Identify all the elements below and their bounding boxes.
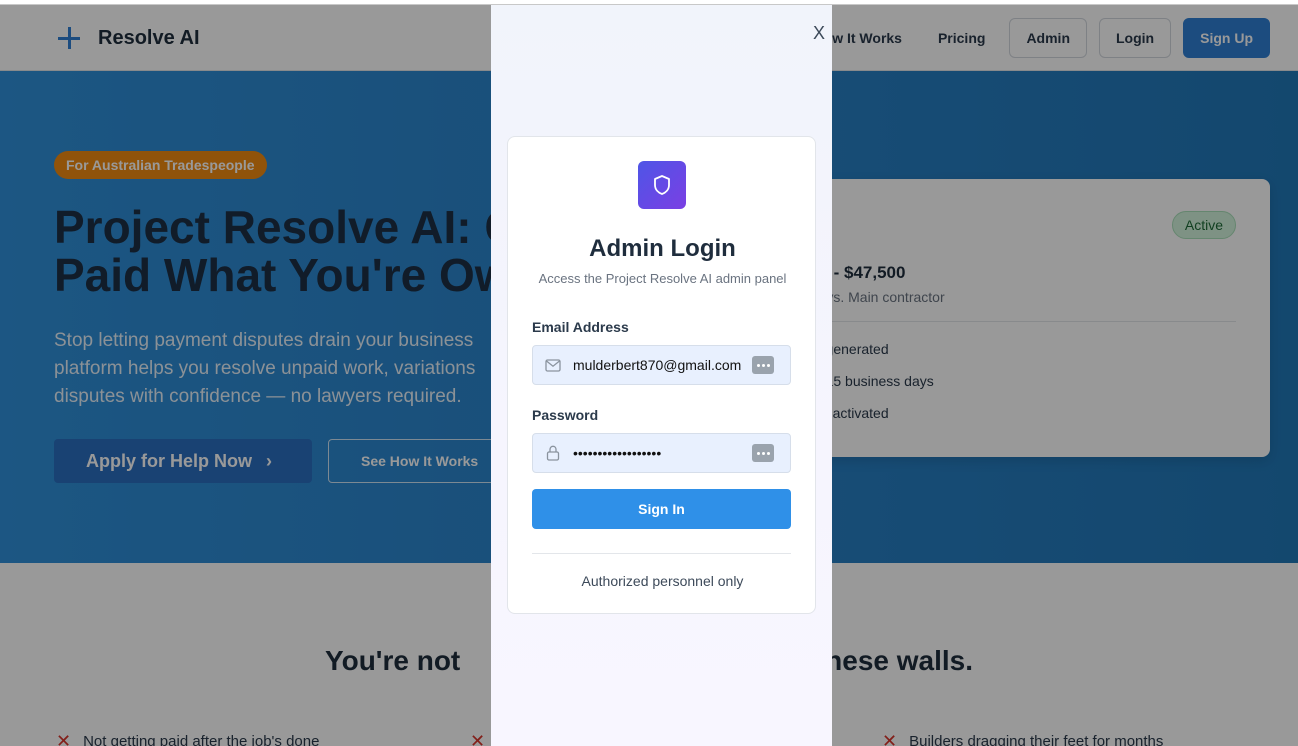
shield-icon [638,161,686,209]
sign-in-button[interactable]: Sign In [532,489,791,529]
password-manager-icon[interactable] [752,444,774,462]
authorized-note: Authorized personnel only [581,573,744,589]
app-frame: Resolve AI How It Works Pricing Admin Lo… [0,4,1298,746]
password-label: Password [532,407,599,423]
email-label: Email Address [532,319,629,335]
admin-login-modal: X Admin Login Access the Project Resolve… [491,5,832,746]
mail-icon [533,358,573,372]
login-card: Admin Login Access the Project Resolve A… [507,136,816,614]
login-subtitle: Access the Project Resolve AI admin pane… [538,271,787,286]
login-title: Admin Login [589,235,736,262]
close-button[interactable]: X [813,23,825,43]
password-input[interactable] [573,445,752,461]
lock-icon [533,445,573,461]
divider [532,553,791,554]
email-input[interactable] [573,357,752,373]
email-field[interactable] [532,345,791,385]
password-manager-icon[interactable] [752,356,774,374]
password-field[interactable] [532,433,791,473]
